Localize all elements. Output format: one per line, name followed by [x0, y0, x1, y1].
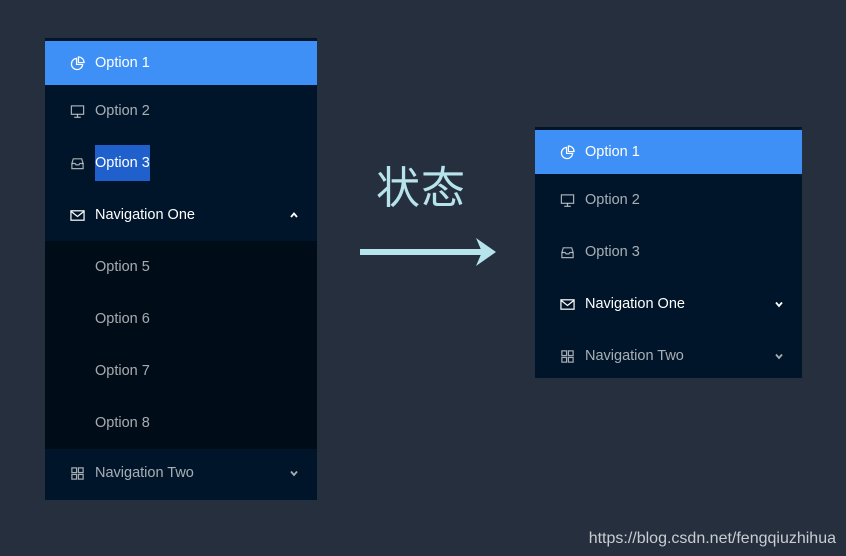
- right-submenu-navigation-one[interactable]: Navigation One: [535, 278, 802, 330]
- appstore-icon: [559, 348, 575, 364]
- left-submenu-navigation-one-items: Option 5 Option 6 Option 7 Option 8: [45, 241, 317, 449]
- left-menu-item-option-3[interactable]: Option 3: [45, 137, 317, 189]
- submenu-title-label: Navigation One: [95, 207, 195, 223]
- mail-icon: [69, 207, 85, 223]
- left-menu-item-option-6[interactable]: Option 6: [45, 293, 317, 345]
- left-menu-item-option-7[interactable]: Option 7: [45, 345, 317, 397]
- right-menu-item-option-3[interactable]: Option 3: [535, 226, 802, 278]
- right-arrow-icon: [360, 238, 496, 266]
- right-menu-item-option-2[interactable]: Option 2: [535, 174, 802, 226]
- desktop-icon: [559, 192, 575, 208]
- menu-item-label: Option 7: [95, 363, 150, 379]
- inbox-icon: [69, 155, 85, 171]
- chevron-down-icon: [774, 299, 784, 309]
- pie-chart-icon: [69, 55, 85, 71]
- submenu-title-label: Navigation Two: [95, 465, 194, 481]
- menu-item-label: Option 1: [585, 144, 640, 160]
- left-menu-item-option-2[interactable]: Option 2: [45, 85, 317, 137]
- chevron-up-icon: [289, 210, 299, 220]
- submenu-title-label: Navigation Two: [585, 348, 684, 364]
- left-menu-item-option-1[interactable]: Option 1: [45, 41, 317, 85]
- menu-item-label: Option 3: [585, 244, 640, 260]
- mail-icon: [559, 296, 575, 312]
- right-submenu-navigation-two[interactable]: Navigation Two: [535, 330, 802, 382]
- appstore-icon: [69, 465, 85, 481]
- pie-chart-icon: [559, 144, 575, 160]
- chevron-down-icon: [774, 351, 784, 361]
- menu-item-label: Option 2: [95, 103, 150, 119]
- menu-item-label: Option 8: [95, 415, 150, 431]
- chevron-down-icon: [289, 468, 299, 478]
- right-menu-item-option-1[interactable]: Option 1: [535, 130, 802, 174]
- left-submenu-navigation-one[interactable]: Navigation One: [45, 189, 317, 241]
- menu-item-label: Option 2: [585, 192, 640, 208]
- menu-item-label: Option 6: [95, 311, 150, 327]
- watermark: https://blog.csdn.net/fengqiuzhihua: [588, 530, 836, 547]
- menu-item-label-highlighted: Option 3: [95, 145, 150, 181]
- left-menu-item-option-8[interactable]: Option 8: [45, 397, 317, 449]
- desktop-icon: [69, 103, 85, 119]
- submenu-title-label: Navigation One: [585, 296, 685, 312]
- left-submenu-navigation-two[interactable]: Navigation Two: [45, 449, 317, 497]
- inbox-icon: [559, 244, 575, 260]
- menu-item-label: Option 1: [95, 55, 150, 71]
- right-menu: Option 1 Option 2 Option 3 Navigation On…: [535, 127, 802, 378]
- menu-item-label: Option 5: [95, 259, 150, 275]
- state-label: 状态: [376, 163, 466, 214]
- left-menu-item-option-5[interactable]: Option 5: [45, 241, 317, 293]
- left-menu: Option 1 Option 2 Option 3 Navigation On…: [45, 38, 317, 500]
